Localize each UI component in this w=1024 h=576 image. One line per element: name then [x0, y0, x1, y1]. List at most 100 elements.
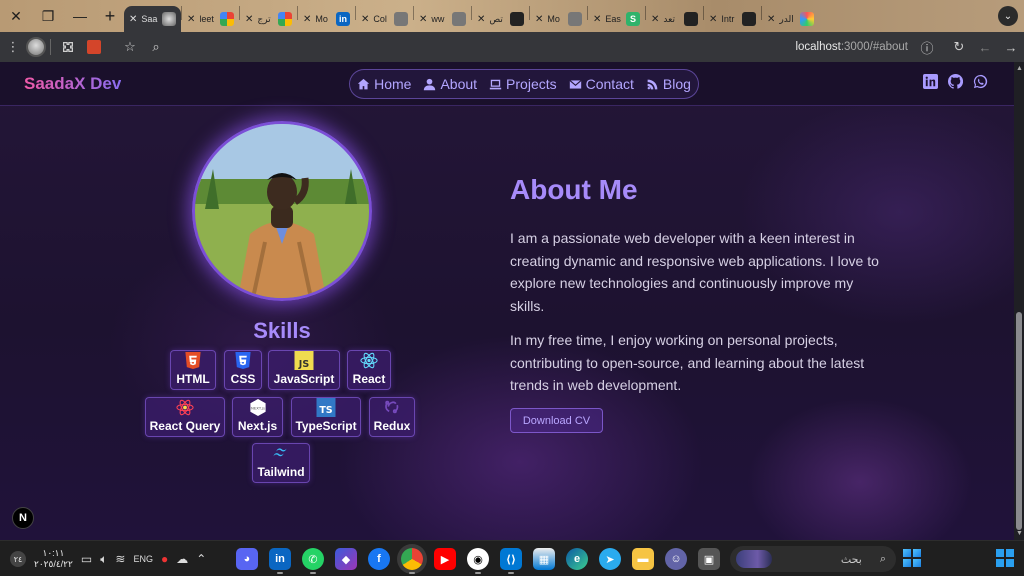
- profile-avatar[interactable]: [26, 37, 46, 57]
- file-explorer-icon[interactable]: ▬: [632, 548, 654, 570]
- store-icon[interactable]: ▦: [533, 548, 555, 570]
- tab-close-icon[interactable]: ✕: [129, 14, 137, 25]
- telegram-icon[interactable]: ➤: [599, 548, 621, 570]
- home-icon: [357, 78, 370, 89]
- scrollbar-thumb[interactable]: [1016, 312, 1022, 530]
- browser-tab[interactable]: ✕ Col: [356, 6, 413, 32]
- nav-projects[interactable]: Projects: [489, 76, 557, 92]
- bookmark-star-icon[interactable]: ☆: [117, 34, 143, 60]
- browser-tab[interactable]: ✕ ww: [414, 6, 471, 32]
- task-view-icon[interactable]: ▣: [698, 548, 720, 570]
- globe-icon: [394, 12, 408, 26]
- browser-tab[interactable]: ✕ ترج: [240, 6, 297, 32]
- clock[interactable]: ١٠:١١ ٢٠٢٥/٤/٢٢: [34, 548, 73, 570]
- tab-title: Col: [373, 14, 387, 24]
- tab-title: ترج: [257, 13, 271, 24]
- openai-icon: [510, 12, 524, 26]
- battery-icon[interactable]: ▭: [81, 552, 92, 566]
- tab-close-icon[interactable]: ✕: [187, 14, 195, 25]
- recording-icon[interactable]: ●: [161, 552, 168, 566]
- browser-tab[interactable]: ✕ تعد: [646, 6, 703, 32]
- system-tray: ٢٤ ١٠:١١ ٢٠٢٥/٤/٢٢ ▭ 🔈︎ ≋ ENG ● ☁ ⌃: [10, 546, 206, 572]
- linkedin-app-icon[interactable]: in: [269, 548, 291, 574]
- extension-red-icon[interactable]: [81, 34, 107, 60]
- wifi-icon[interactable]: ≋: [115, 552, 125, 566]
- new-tab-button[interactable]: +: [96, 0, 124, 32]
- browser-tab[interactable]: ✕ Saa: [124, 6, 181, 32]
- language-indicator[interactable]: ENG: [133, 554, 153, 564]
- nav-home[interactable]: Home: [357, 76, 411, 92]
- youtube-icon[interactable]: ▶: [434, 548, 456, 570]
- teams-icon[interactable]: ☺: [665, 548, 687, 570]
- tab-close-icon[interactable]: ✕: [651, 14, 659, 25]
- browser-tab[interactable]: ✕ الدر: [762, 6, 819, 32]
- notification-badge[interactable]: ٢٤: [10, 551, 26, 567]
- linkedin-icon[interactable]: [923, 74, 938, 89]
- onedrive-icon[interactable]: ☁: [176, 552, 188, 566]
- browser-tab[interactable]: ✕ Mo: [530, 6, 587, 32]
- omnibox[interactable]: localhost:3000/#about ⓘ ↻ ← →: [795, 32, 1024, 62]
- browser-tab[interactable]: ✕ Intr: [704, 6, 761, 32]
- zoom-icon[interactable]: ⌕: [143, 34, 169, 60]
- download-cv-button[interactable]: Download CV: [510, 408, 603, 433]
- extensions-icon[interactable]: [55, 34, 81, 60]
- browser-tab[interactable]: ✕ تص: [472, 6, 529, 32]
- s-icon: S: [626, 12, 640, 26]
- page-scrollbar[interactable]: ▲ ▼: [1014, 62, 1024, 540]
- browser-tab[interactable]: ✕ Mo in: [298, 6, 355, 32]
- nav-contact-label: Contact: [585, 76, 634, 92]
- tab-close-icon[interactable]: ✕: [593, 14, 601, 25]
- show-hidden-icons[interactable]: ⌃: [196, 552, 206, 566]
- start-button-icon[interactable]: [903, 549, 921, 567]
- volume-icon[interactable]: 🔈︎: [100, 552, 107, 567]
- menu-dots-icon[interactable]: ⋮: [0, 34, 26, 60]
- taskbar-search[interactable]: بحث ⌕: [730, 546, 896, 572]
- site-brand[interactable]: SaadaX Dev: [24, 74, 121, 94]
- site-info-icon[interactable]: ⓘ: [914, 34, 940, 60]
- nav-about[interactable]: About: [423, 76, 477, 92]
- windows-taskbar: ٢٤ ١٠:١١ ٢٠٢٥/٤/٢٢ ▭ 🔈︎ ≋ ENG ● ☁ ⌃ ◕ in…: [0, 540, 1024, 576]
- tab-close-icon[interactable]: ✕: [419, 14, 427, 25]
- clock-date: ٢٠٢٥/٤/٢٢: [34, 559, 73, 569]
- copilot-icon[interactable]: ◆: [335, 548, 357, 570]
- nav-home-label: Home: [374, 76, 412, 92]
- browser-tab[interactable]: ✕ leet: [182, 6, 239, 32]
- tab-close-icon[interactable]: ✕: [767, 14, 775, 25]
- start-menu-icon[interactable]: [996, 549, 1014, 567]
- close-window-icon[interactable]: ✕: [0, 0, 32, 32]
- scroll-down-icon[interactable]: ▼: [1016, 530, 1023, 537]
- edge-icon[interactable]: e: [566, 548, 588, 570]
- minimize-window-icon[interactable]: —: [64, 0, 96, 32]
- typescript-icon: TS: [316, 398, 336, 417]
- redux-icon: [385, 400, 399, 414]
- discord-icon[interactable]: ◕: [236, 548, 258, 570]
- vscode-icon[interactable]: ⟨⟩: [500, 548, 522, 574]
- whatsapp-icon[interactable]: [973, 74, 988, 89]
- whatsapp-app-icon[interactable]: ✆: [302, 548, 324, 574]
- nextjs-icon: NEXT.js: [249, 398, 266, 417]
- reload-icon[interactable]: ↻: [946, 34, 972, 60]
- forward-icon[interactable]: ←: [972, 34, 998, 60]
- nav-contact[interactable]: Contact: [569, 76, 634, 92]
- about-heading: About Me: [510, 174, 638, 205]
- tab-close-icon[interactable]: ✕: [477, 14, 485, 25]
- tab-close-icon[interactable]: ✕: [245, 14, 253, 25]
- globe-icon: [568, 12, 582, 26]
- browser-tab[interactable]: ✕ Eas S: [588, 6, 645, 32]
- nextjs-dev-indicator[interactable]: N: [12, 507, 34, 529]
- github-desktop-icon[interactable]: ◉: [467, 548, 489, 574]
- url-text[interactable]: localhost:3000/#about: [795, 41, 908, 53]
- tab-close-icon[interactable]: ✕: [535, 14, 543, 25]
- tab-search-icon[interactable]: ⌄: [998, 6, 1018, 26]
- nav-projects-label: Projects: [506, 76, 557, 92]
- tab-close-icon[interactable]: ✕: [709, 14, 717, 25]
- restore-window-icon[interactable]: ❐: [32, 0, 64, 32]
- back-icon[interactable]: →: [998, 34, 1024, 60]
- github-icon[interactable]: [948, 74, 963, 89]
- scroll-up-icon[interactable]: ▲: [1016, 65, 1023, 72]
- nav-blog[interactable]: Blog: [646, 76, 691, 92]
- chrome-icon[interactable]: [401, 548, 423, 574]
- tab-close-icon[interactable]: ✕: [361, 14, 369, 25]
- facebook-icon[interactable]: f: [368, 548, 390, 570]
- tab-close-icon[interactable]: ✕: [303, 14, 311, 25]
